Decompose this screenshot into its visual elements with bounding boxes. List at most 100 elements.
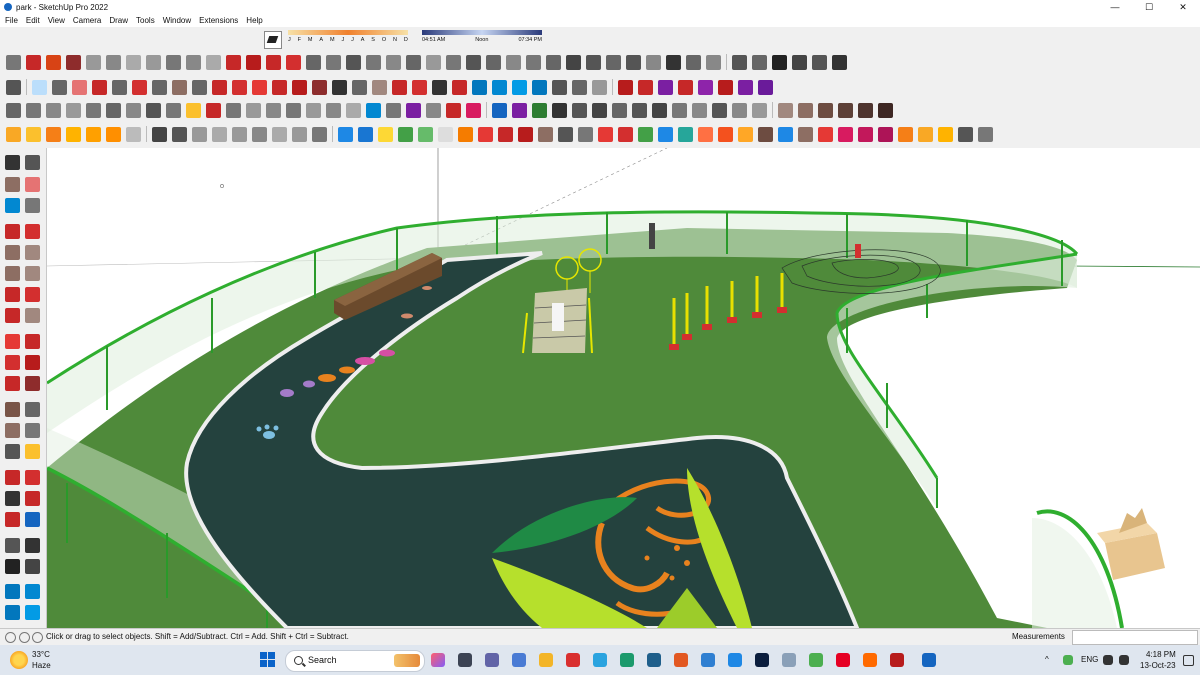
tray-chevron[interactable]: ^ (1045, 655, 1049, 664)
yellow-slab-icon[interactable] (378, 126, 393, 142)
arc-icon[interactable] (132, 79, 147, 95)
left-view-icon[interactable] (126, 102, 141, 118)
rectangle-icon[interactable] (5, 245, 20, 260)
wall-icon[interactable] (626, 54, 641, 70)
cylinder-icon[interactable] (272, 126, 287, 142)
match-photo-icon[interactable] (492, 102, 507, 118)
top-view-icon[interactable] (46, 102, 61, 118)
pencil-icon[interactable] (5, 224, 20, 239)
cube-solid-icon[interactable] (252, 126, 267, 142)
torus-icon[interactable] (706, 54, 721, 70)
roof-icon[interactable] (832, 54, 847, 70)
stairs-icon[interactable] (606, 54, 621, 70)
shadow-icon[interactable] (532, 102, 547, 118)
pie-icon[interactable] (25, 308, 40, 323)
hidden-line-icon[interactable] (226, 102, 241, 118)
chevron-down-icon[interactable] (192, 79, 207, 95)
white-tile-icon[interactable] (438, 126, 453, 142)
sphere-icon[interactable] (666, 54, 681, 70)
notification-icon[interactable] (1183, 655, 1194, 666)
house-icon[interactable] (732, 54, 747, 70)
pipe-icon[interactable] (578, 126, 593, 142)
tag-icon[interactable] (25, 198, 40, 213)
dome-icon[interactable] (106, 126, 121, 142)
vertex-tools-icon[interactable] (618, 79, 633, 95)
protractor-icon[interactable] (692, 102, 707, 118)
taskbar-search-box[interactable]: Search (285, 650, 425, 672)
teams-icon[interactable] (485, 653, 499, 667)
rectangle-icon[interactable] (86, 54, 101, 70)
solid-trim-icon[interactable] (612, 102, 627, 118)
lantern-icon[interactable] (898, 126, 913, 142)
scale-icon[interactable] (292, 79, 307, 95)
fillet-icon[interactable] (226, 54, 241, 70)
stool-icon[interactable] (798, 126, 813, 142)
freehand-icon[interactable] (26, 54, 41, 70)
menu-camera[interactable]: Camera (73, 16, 101, 25)
green-slab-icon[interactable] (398, 126, 413, 142)
credits-icon[interactable] (32, 632, 43, 643)
vertex-rotate-icon[interactable] (678, 79, 693, 95)
stamp-icon[interactable] (406, 102, 421, 118)
move-icon[interactable] (252, 79, 267, 95)
close-button[interactable]: ✕ (1166, 0, 1200, 14)
tags-icon[interactable] (878, 102, 893, 118)
star-icon[interactable] (778, 126, 793, 142)
menu-file[interactable]: File (5, 16, 18, 25)
previous-view-icon[interactable] (25, 512, 40, 527)
contour-icon[interactable] (386, 102, 401, 118)
arch-icon[interactable] (738, 126, 753, 142)
soften-icon[interactable] (306, 102, 321, 118)
bracket-icon[interactable] (518, 126, 533, 142)
wireframe-icon[interactable] (166, 102, 181, 118)
maximize-button[interactable]: ☐ (1132, 0, 1166, 14)
tape-measure-icon[interactable] (5, 402, 20, 417)
rotate-icon[interactable] (5, 355, 20, 370)
axes-icon[interactable] (5, 444, 20, 459)
arc-icon[interactable] (126, 54, 141, 70)
component-icon[interactable] (818, 102, 833, 118)
pan-icon[interactable] (25, 470, 40, 485)
app-icon[interactable] (890, 653, 904, 667)
windows-start-icon[interactable] (260, 652, 276, 668)
clock-date[interactable]: 13-Oct-23 (1140, 661, 1176, 670)
door-icon[interactable] (646, 54, 661, 70)
wood-icon[interactable] (538, 126, 553, 142)
teal-cone-icon[interactable] (678, 126, 693, 142)
layers-icon[interactable] (25, 584, 40, 599)
warehouse-icon[interactable] (472, 79, 487, 95)
chrome-icon[interactable] (809, 653, 823, 667)
app-icon[interactable] (782, 653, 796, 667)
geolocation-icon[interactable] (19, 632, 30, 643)
cursor-icon[interactable] (312, 126, 327, 142)
chevron-down-icon[interactable] (152, 79, 167, 95)
menu-window[interactable]: Window (163, 16, 191, 25)
app-icon[interactable] (701, 653, 715, 667)
textured-icon[interactable] (266, 102, 281, 118)
clock-time[interactable]: 4:18 PM (1146, 650, 1176, 659)
component-icon[interactable] (25, 155, 40, 170)
offset-icon[interactable] (206, 54, 221, 70)
freehand-icon[interactable] (25, 224, 40, 239)
push-pull-icon[interactable] (25, 334, 40, 349)
corner-icon[interactable] (266, 54, 281, 70)
scale-icon[interactable] (5, 376, 20, 391)
polygon-icon[interactable] (146, 54, 161, 70)
solid-split-icon[interactable] (632, 102, 647, 118)
blue-plane-icon[interactable] (338, 126, 353, 142)
extension-manager-icon[interactable] (532, 79, 547, 95)
chamfer-icon[interactable] (246, 54, 261, 70)
curve-icon[interactable] (386, 54, 401, 70)
menu-tools[interactable]: Tools (136, 16, 155, 25)
shadow-month-slider[interactable]: J F M A M J J A S O N D (288, 28, 408, 50)
pencil-icon[interactable] (92, 79, 107, 95)
chair-icon[interactable] (86, 126, 101, 142)
grid-icon[interactable] (566, 54, 581, 70)
solid-union-icon[interactable] (552, 102, 567, 118)
house-front-icon[interactable] (812, 54, 827, 70)
text-icon[interactable] (352, 79, 367, 95)
blue-x-icon[interactable] (658, 126, 673, 142)
follow-me-icon[interactable] (25, 355, 40, 370)
text-icon[interactable] (25, 423, 40, 438)
smooth-icon[interactable] (326, 102, 341, 118)
